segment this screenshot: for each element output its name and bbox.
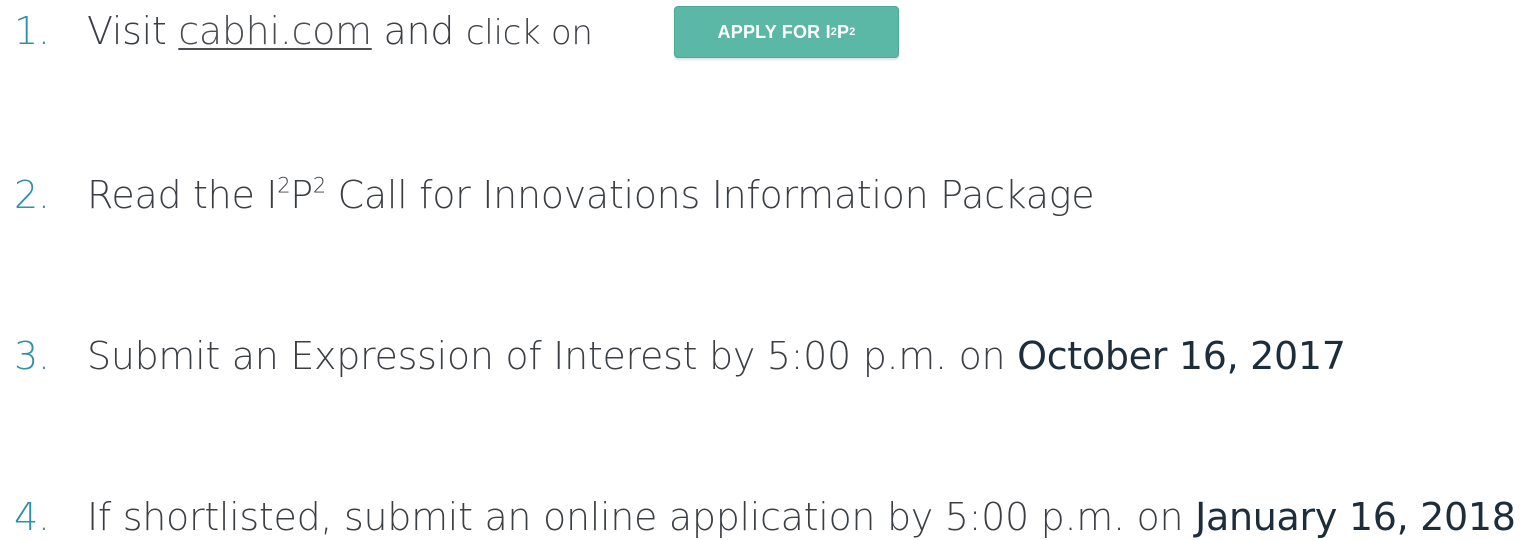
apply-button-label: APPLY FOR I bbox=[717, 21, 831, 42]
step-text-sup-2: 2 bbox=[312, 173, 326, 198]
cabhi-link[interactable]: cabhi.com bbox=[178, 9, 372, 53]
step-text-post: Call for Innovations Information Package bbox=[325, 173, 1095, 217]
apply-button-p: P bbox=[837, 21, 850, 42]
step-text-and: and bbox=[371, 9, 466, 53]
step-number: 2. bbox=[14, 173, 50, 217]
step-text: Submit an Expression of Interest by 5:00… bbox=[87, 334, 1018, 378]
step-number: 1. bbox=[14, 9, 50, 53]
step-2: 2. Read the I2P2 Call for Innovations Inf… bbox=[14, 173, 1095, 217]
deadline-date: October 16, 2017 bbox=[1017, 334, 1346, 378]
step-number: 3. bbox=[14, 334, 50, 378]
step-number: 4. bbox=[14, 495, 50, 539]
step-1: 1. Visit cabhi.com and click on bbox=[14, 12, 593, 50]
apply-button[interactable]: APPLY FOR I2P2 bbox=[674, 6, 899, 58]
step-4: 4. If shortlisted, submit an online appli… bbox=[14, 498, 1516, 536]
step-text-pre: Read the I bbox=[87, 173, 278, 217]
step-text-sup-1: 2 bbox=[277, 173, 291, 198]
step-text: If shortlisted, submit an online applica… bbox=[87, 495, 1196, 539]
step-text-p: P bbox=[290, 173, 313, 217]
step-text-click-on: click on bbox=[465, 13, 593, 53]
deadline-date: January 16, 2018 bbox=[1195, 495, 1516, 539]
step-3: 3. Submit an Expression of Interest by 5:… bbox=[14, 337, 1346, 375]
step-text-visit: Visit bbox=[87, 9, 179, 53]
